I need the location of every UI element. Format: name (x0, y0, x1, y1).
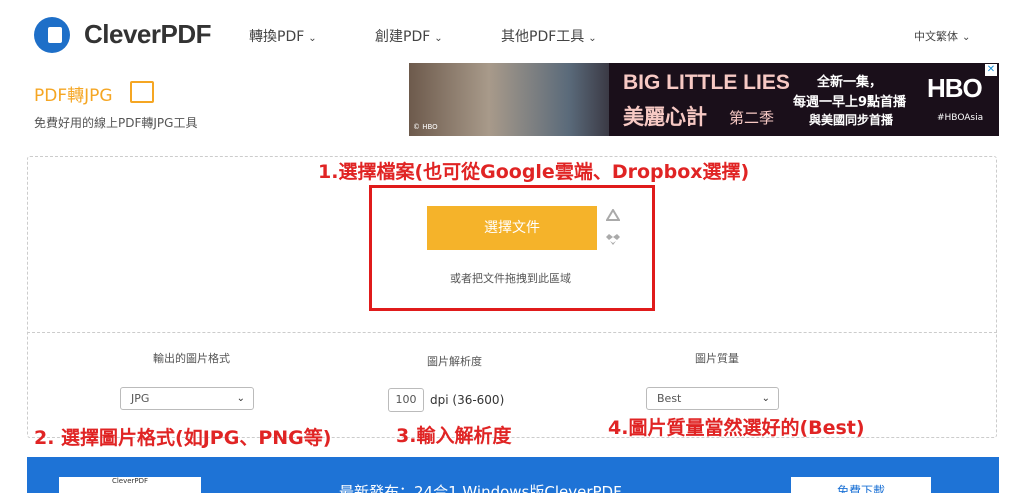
choose-file-button[interactable]: 選擇文件 (427, 206, 597, 250)
image-icon (130, 81, 154, 103)
brand-logo-text[interactable]: CleverPDF (84, 19, 212, 50)
page-title: PDF轉JPG (34, 86, 113, 106)
promo-text: 最新發布：24合1 Windows版CleverPDF (339, 483, 622, 493)
nav-other-tools[interactable]: 其他PDF工具 ⌄ (501, 26, 597, 46)
format-select-value: JPG (131, 392, 150, 405)
ad-line2: 每週一早上9點首播 (793, 95, 907, 110)
ad-banner[interactable]: © HBO BIG LITTLE LIES 美麗心計 第二季 全新一集， 每週一… (409, 63, 999, 136)
close-icon[interactable]: ✕ (985, 64, 997, 76)
ad-season: 第二季 (729, 109, 775, 127)
ad-line3: 與美國同步首播 (809, 113, 894, 127)
promo-thumbnail: CleverPDF (59, 477, 201, 493)
annotation-step4: 4.圖片質量當然選好的(Best) (608, 417, 865, 439)
format-label: 輸出的圖片格式 (153, 352, 230, 365)
chevron-down-icon: ⌄ (588, 33, 597, 44)
download-button[interactable]: 免費下載 (791, 477, 931, 493)
ad-title-zh: 美麗心計 (623, 105, 707, 129)
nav-other-tools-label: 其他PDF工具 (501, 29, 585, 45)
panel-divider (27, 332, 997, 333)
nav-convert-pdf-label: 轉換PDF (249, 29, 305, 45)
ad-title-en: BIG LITTLE LIES (623, 71, 790, 94)
resolution-label: 圖片解析度 (427, 355, 482, 368)
format-select[interactable]: JPG ⌄ (120, 387, 254, 410)
chevron-down-icon: ⌄ (236, 393, 245, 404)
annotation-step2: 2. 選擇圖片格式(如JPG、PNG等) (34, 427, 332, 449)
hbo-logo: HBO (927, 73, 983, 103)
nav-create-pdf[interactable]: 創建PDF ⌄ (375, 26, 443, 46)
promo-bar: CleverPDF 最新發布：24合1 Windows版CleverPDF 免費… (27, 457, 999, 493)
ad-hashtag: #HBOAsia (937, 113, 984, 123)
dpi-input[interactable]: 100 (388, 388, 424, 412)
language-selector[interactable]: 中文繁体 ⌄ (914, 28, 970, 44)
dpi-range-text: dpi (36-600) (430, 393, 505, 407)
nav-convert-pdf[interactable]: 轉換PDF ⌄ (249, 26, 317, 46)
chevron-down-icon: ⌄ (308, 33, 317, 44)
nav-create-pdf-label: 創建PDF (375, 29, 431, 45)
ad-photo (409, 63, 609, 136)
annotation-step1: 1.選擇檔案(也可從Google雲端、Dropbox選擇) (318, 161, 750, 183)
quality-select-value: Best (657, 392, 682, 405)
drop-zone-text: 或者把文件拖拽到此區域 (450, 272, 571, 285)
page-subtitle: 免費好用的線上PDF轉JPG工具 (34, 116, 198, 130)
chevron-down-icon: ⌄ (761, 393, 770, 404)
quality-label: 圖片質量 (695, 352, 739, 365)
annotation-step3: 3.輸入解析度 (396, 425, 512, 447)
language-label: 中文繁体 (914, 30, 958, 43)
google-drive-icon[interactable] (606, 209, 620, 223)
chevron-down-icon: ⌄ (962, 32, 971, 43)
ad-line1: 全新一集， (817, 75, 883, 90)
logo-icon[interactable] (34, 17, 70, 53)
quality-select[interactable]: Best ⌄ (646, 387, 779, 410)
chevron-down-icon: ⌄ (434, 33, 443, 44)
dropbox-icon[interactable] (606, 232, 620, 246)
ad-photo-tag: © HBO (413, 123, 438, 131)
